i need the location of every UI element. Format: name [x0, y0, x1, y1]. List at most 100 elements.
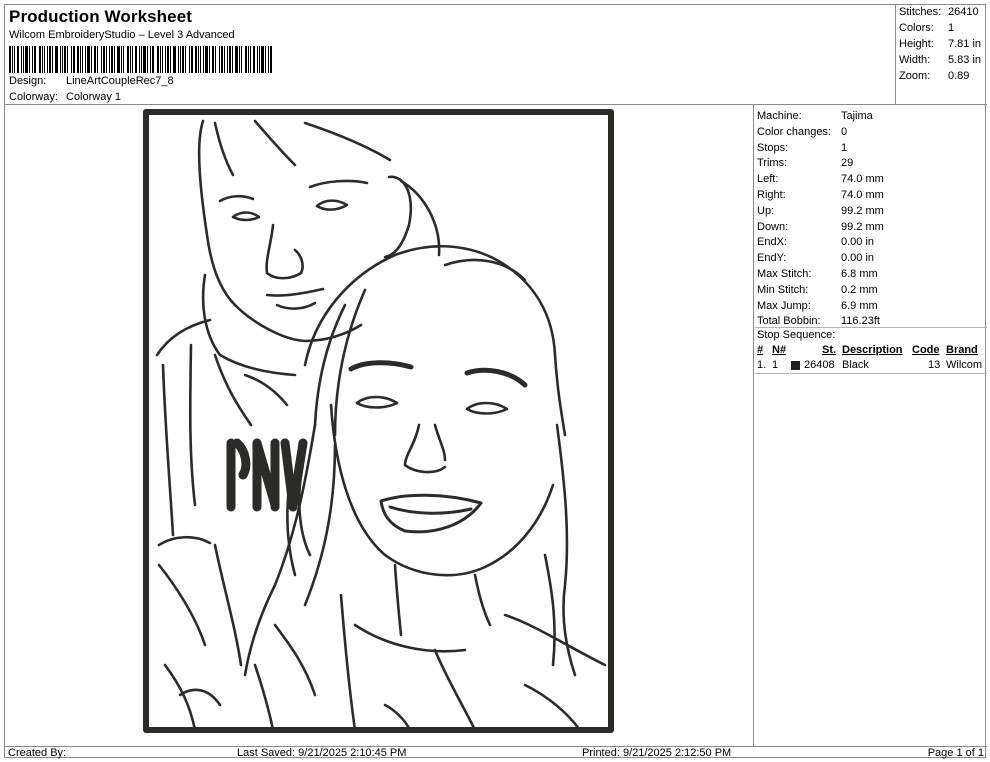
barcode-bar	[167, 46, 169, 73]
stat-colors: Colors: 1	[899, 22, 954, 34]
barcode-bar	[111, 46, 113, 73]
row-needle: 1	[772, 359, 779, 371]
col-stitches: St.	[822, 344, 837, 356]
barcode-bar	[67, 46, 68, 73]
barcode-bar	[14, 46, 15, 73]
barcode-bar	[259, 46, 260, 73]
info-value: 116.23ft	[841, 315, 880, 328]
barcode-bar	[80, 46, 81, 73]
info-value: 0.2 mm	[841, 283, 878, 296]
barcode-bar	[141, 46, 142, 73]
barcode-bar	[94, 46, 96, 73]
woman-hair-strands	[313, 258, 527, 437]
info-value: 74.0 mm	[841, 189, 884, 201]
info-label: Up:	[757, 204, 775, 217]
barcode-bar	[85, 46, 86, 73]
info-row: Color changes: 0	[757, 126, 847, 138]
barcode-bar	[209, 46, 210, 73]
man-hair	[213, 119, 392, 177]
barcode-bar	[47, 46, 48, 73]
woman-nose	[403, 423, 447, 474]
barcode-bar	[157, 46, 159, 73]
stat-width: Width: 5.83 in	[899, 54, 981, 66]
page-title: Production Worksheet	[9, 7, 193, 26]
stat-value: 7.81 in	[948, 38, 982, 50]
barcode-bar	[12, 46, 13, 73]
info-row: Down: 99.2 mm	[757, 221, 884, 233]
info-value: 74.0 mm	[841, 173, 884, 186]
man-collar	[213, 353, 289, 427]
barcode-bar	[23, 46, 24, 73]
barcode-bar	[132, 46, 133, 73]
barcode-bar	[82, 46, 83, 73]
info-row: Total Bobbin: 116.23ft	[757, 315, 880, 327]
design-name: LineArtCoupleRec7_8	[66, 75, 174, 87]
barcode-bar	[109, 46, 110, 73]
barcode-bar	[235, 46, 238, 73]
barcode-bar	[195, 46, 197, 73]
info-label: Min Stitch:	[757, 283, 809, 296]
barcode-bar	[87, 46, 90, 73]
woman-hair-right	[543, 423, 577, 677]
barcode-bar	[232, 46, 233, 73]
row-code: 13	[928, 359, 941, 371]
info-row: Left: 74.0 mm	[757, 173, 884, 185]
man-shoulder	[155, 318, 212, 537]
design-label: Design:	[9, 75, 47, 87]
barcode-bar	[203, 46, 204, 73]
info-label: Color changes:	[757, 125, 831, 138]
man-ear	[383, 175, 413, 259]
info-label: Max Jump:	[757, 299, 811, 312]
barcode-bar	[253, 46, 255, 73]
barcode-bar	[97, 46, 98, 73]
barcode-bar	[135, 46, 137, 73]
barcode-bar	[162, 46, 163, 73]
barcode-bar	[219, 46, 220, 73]
info-label: Left:	[757, 173, 779, 186]
barcode-bar	[268, 46, 269, 73]
worksheet: Production Worksheet Wilcom EmbroiderySt…	[4, 4, 987, 759]
color-swatch	[791, 361, 800, 370]
info-label: Machine:	[757, 110, 802, 122]
barcode-bar	[71, 46, 72, 73]
info-value: 6.9 mm	[841, 299, 878, 312]
stat-height: Height: 7.81 in	[899, 38, 981, 50]
stats-panel: Stitches: 26410 Colors: 1 Height: 7.81 in W…	[895, 5, 987, 105]
woman-brow-left	[348, 360, 414, 372]
man-eye-left	[231, 211, 261, 222]
stat-label: Zoom:	[899, 70, 931, 82]
col-description: Description	[842, 344, 903, 356]
colorway-row: Colorway: Colorway 1	[9, 91, 121, 103]
stop-sequence-header: # N# St. Description Code Brand	[755, 344, 987, 359]
barcode-bar	[147, 46, 148, 73]
barcode-bar	[270, 46, 272, 73]
barcode-bar	[261, 46, 264, 73]
barcode-bar	[25, 46, 28, 73]
barcode-bar	[152, 46, 154, 73]
info-row: Stops: 1	[757, 142, 847, 154]
woman-collar	[339, 593, 477, 732]
col-brand: Brand	[946, 344, 978, 356]
worksheet-header: Production Worksheet Wilcom EmbroiderySt…	[5, 5, 987, 105]
info-row: Up: 99.2 mm	[757, 205, 884, 217]
barcode-bar	[117, 46, 120, 73]
stat-label: Width:	[899, 54, 931, 66]
row-num: 1.	[757, 359, 767, 371]
printed-date: Printed: 9/21/2025 2:12:50 PM	[582, 747, 732, 759]
barcode-bar	[34, 46, 36, 73]
woman-brow-right	[464, 367, 528, 388]
barcode-bar	[200, 46, 201, 73]
worksheet-footer: Created By: Last Saved: 9/21/2025 2:10:4…	[5, 746, 987, 759]
info-row: Trims: 29	[757, 157, 853, 169]
barcode-bar	[205, 46, 208, 73]
barcode-bar	[160, 46, 161, 73]
info-row: Max Stitch: 6.8 mm	[757, 268, 878, 280]
woman-mouth	[379, 493, 483, 534]
barcode-bar	[265, 46, 266, 73]
stat-label: Height:	[899, 38, 934, 50]
barcode-bar	[221, 46, 223, 73]
info-label: Right:	[757, 189, 786, 201]
barcode-bar	[121, 46, 122, 73]
barcode-bar	[139, 46, 140, 73]
barcode-bar	[229, 46, 231, 73]
